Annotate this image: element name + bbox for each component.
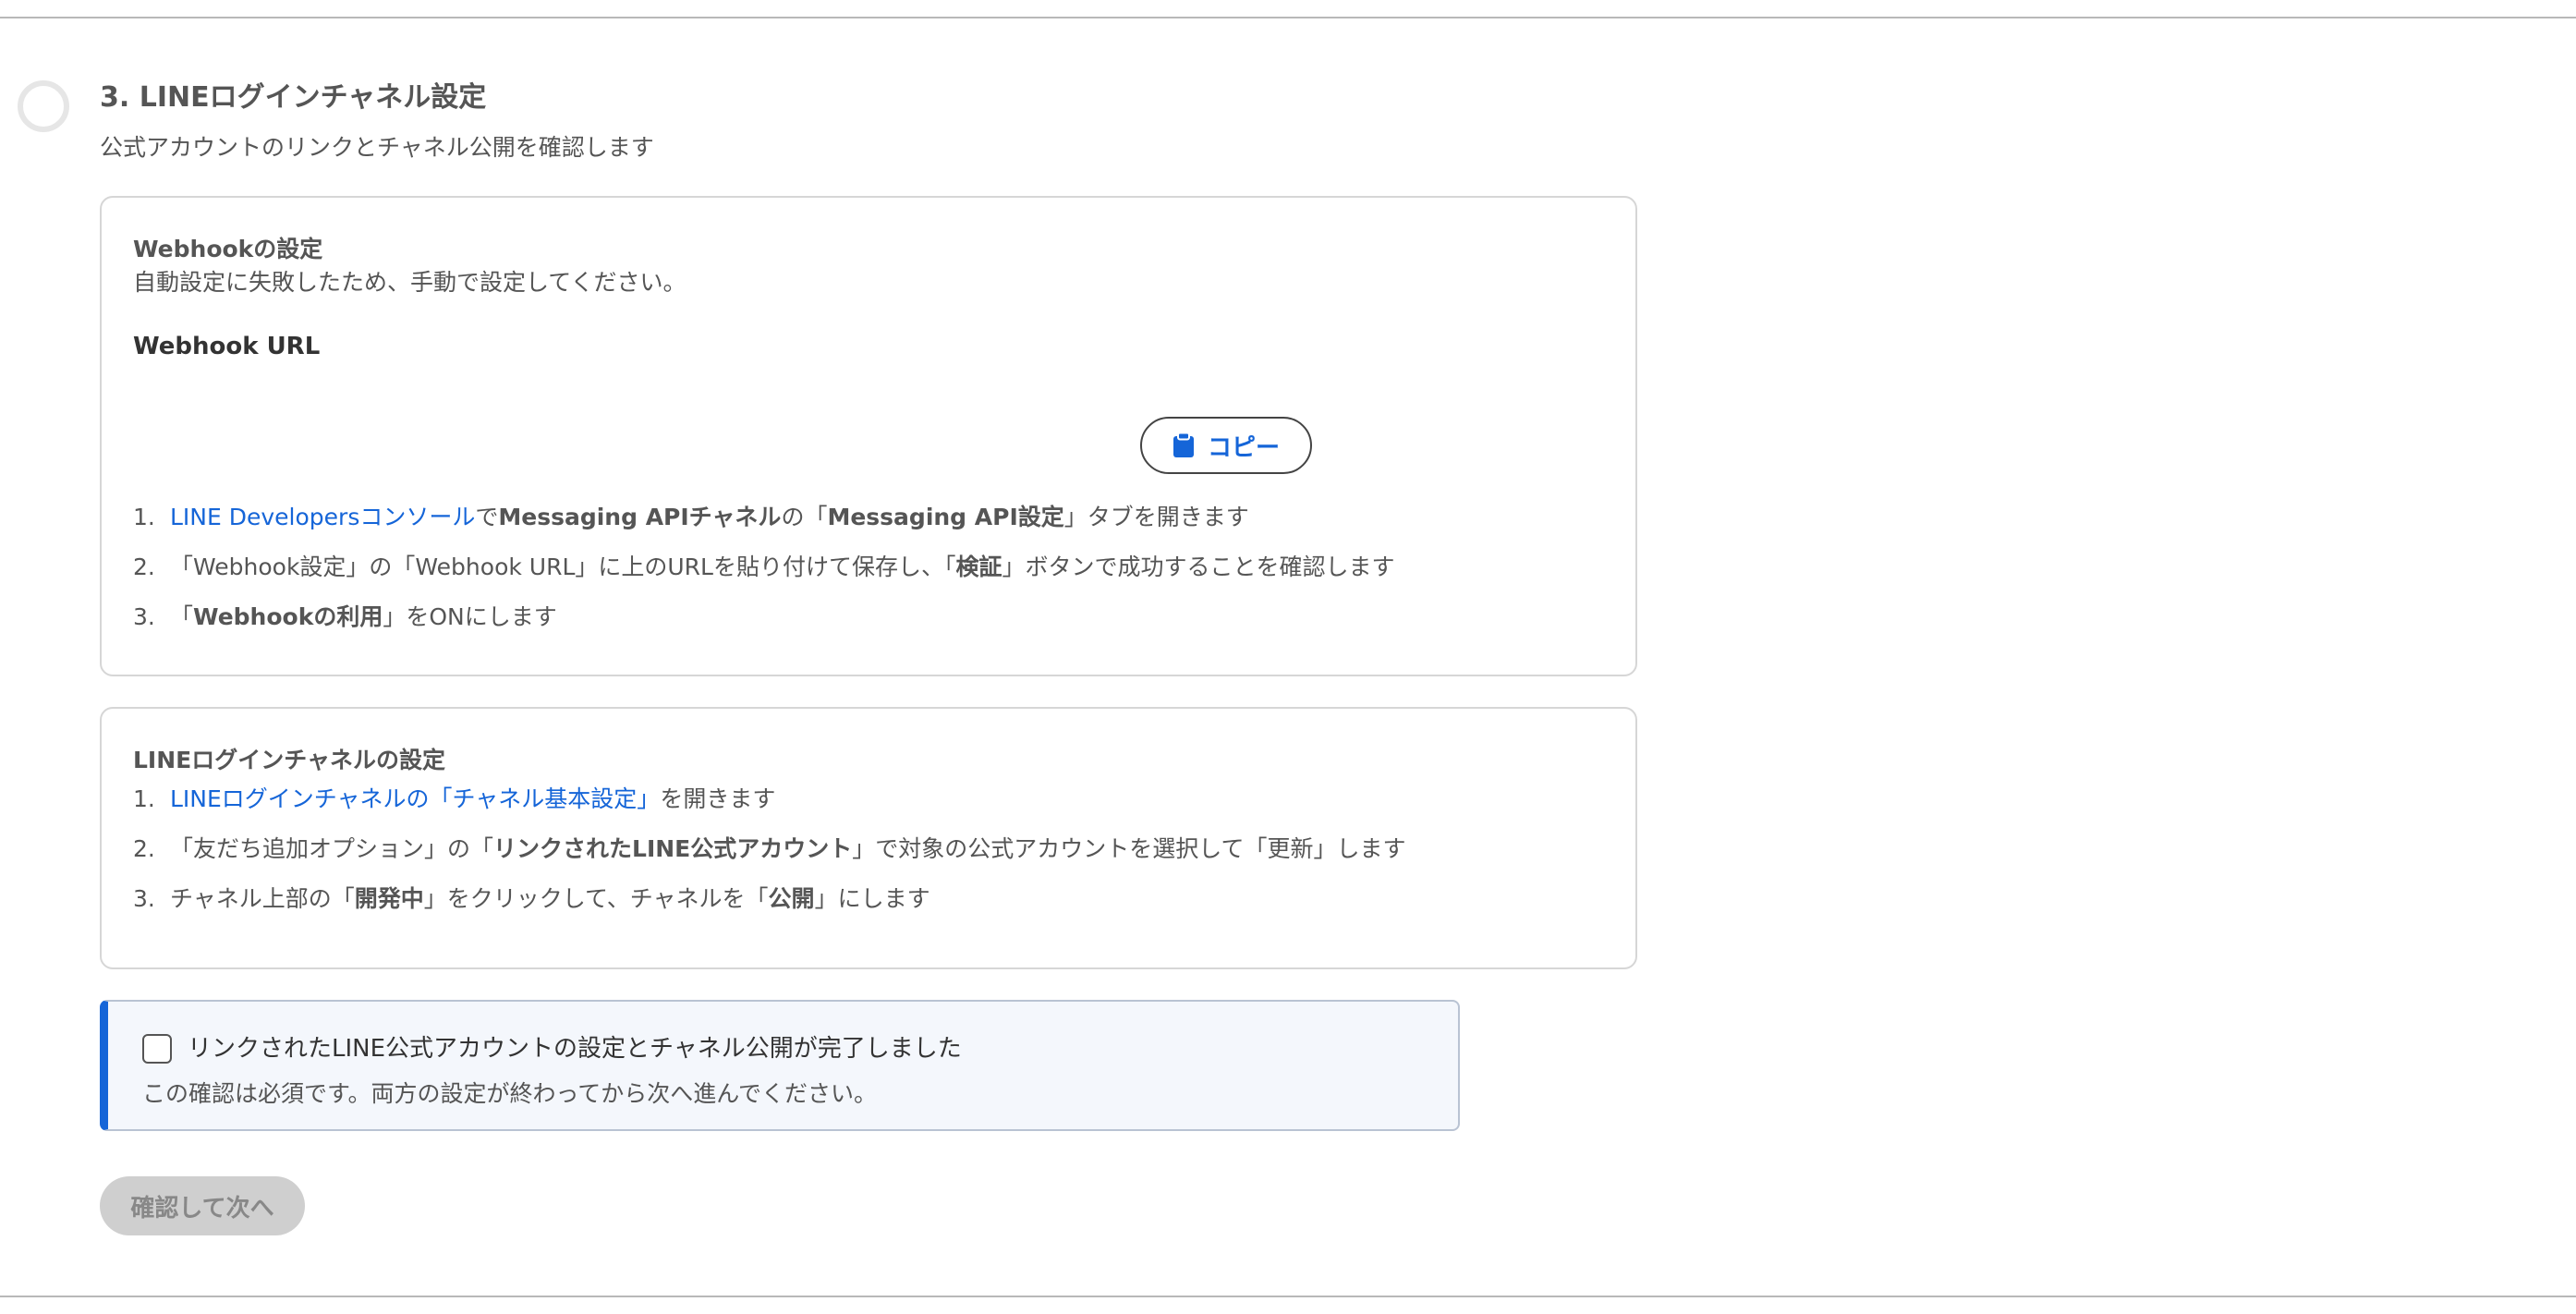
step-emphasis: 開発中: [354, 885, 424, 912]
step-emphasis: Messaging API設定: [827, 504, 1064, 530]
step-text: 」ボタンで成功することを確認します: [1002, 554, 1395, 580]
step-emphasis: Messaging APIチャネル: [498, 504, 782, 530]
webhook-error-message: 自動設定に失敗したため、手動で設定してください。: [133, 269, 687, 296]
step-emphasis: 検証: [955, 554, 1002, 580]
step-text: 「: [170, 603, 194, 630]
bottom-divider: [0, 1296, 2576, 1297]
step-text: 」をONにします: [383, 603, 557, 630]
confirmation-required-note: この確認は必須です。両方の設定が終わってから次へ進んでください。: [142, 1080, 878, 1107]
webhook-url-label: Webhook URL: [133, 333, 321, 360]
step-number: 3.: [133, 885, 155, 912]
step-text: 」にします: [814, 885, 930, 912]
step-text: 」をクリックして、チャネルを「: [423, 885, 769, 912]
top-divider: [0, 17, 2576, 18]
step-emphasis: Webhookの利用: [193, 603, 383, 630]
login-channel-heading: LINEログインチャネルの設定: [133, 747, 445, 773]
step-title: 3. LINEログインチャネル設定: [100, 81, 487, 114]
step-emphasis: リンクされたLINE公式アカウント: [493, 835, 853, 862]
step-text: で: [475, 504, 499, 530]
completion-checkbox-label[interactable]: リンクされたLINE公式アカウントの設定とチャネル公開が完了しました: [188, 1029, 962, 1064]
webhook-step-3: 3. 「 Webhookの利用 」をONにします: [133, 599, 1395, 649]
login-step-3: 3. チャネル上部の「 開発中 」をクリックして、チャネルを「 公開 」にします: [133, 881, 1406, 931]
step-text: 「Webhook設定」の「Webhook URL」に上のURLを貼り付けて保存し…: [170, 554, 956, 580]
step-text: の「: [781, 504, 828, 530]
step-number: 1.: [133, 785, 155, 812]
step-text: を開きます: [660, 785, 776, 812]
step-text: 「友だち追加オプション」の「: [170, 835, 494, 862]
completion-confirmation-box: リンクされたLINE公式アカウントの設定とチャネル公開が完了しました この確認は…: [100, 1000, 1460, 1131]
step-number: 2.: [133, 835, 155, 862]
step-text: チャネル上部の「: [170, 885, 355, 912]
step-status-circle: [18, 80, 69, 132]
setup-page: 3. LINEログインチャネル設定 公式アカウントのリンクとチャネル公開を確認し…: [0, 0, 2576, 1314]
login-channel-settings-card: LINEログインチャネルの設定 1. LINEログインチャネルの「チャネル基本設…: [100, 707, 1637, 969]
step-text: 」で対象の公式アカウントを選択して「更新」します: [852, 835, 1406, 862]
webhook-steps-list: 1. LINE Developersコンソール で Messaging APIチ…: [133, 499, 1395, 649]
clipboard-icon: [1173, 432, 1194, 457]
confirm-next-button[interactable]: 確認して次へ: [100, 1176, 305, 1235]
channel-basic-settings-link[interactable]: LINEログインチャネルの「チャネル基本設定」: [170, 781, 660, 814]
step-number: 1.: [133, 504, 155, 530]
completion-checkbox[interactable]: [142, 1034, 172, 1064]
step-emphasis: 公開: [768, 885, 815, 912]
step-number: 2.: [133, 554, 155, 580]
step-number: 3.: [133, 603, 155, 630]
line-developers-console-link[interactable]: LINE Developersコンソール: [170, 499, 475, 532]
login-step-1: 1. LINEログインチャネルの「チャネル基本設定」 を開きます: [133, 781, 1406, 831]
webhook-heading: Webhookの設定: [133, 236, 323, 262]
copy-button[interactable]: コピー: [1140, 417, 1312, 474]
step-text: 」タブを開きます: [1063, 504, 1249, 530]
webhook-step-1: 1. LINE Developersコンソール で Messaging APIチ…: [133, 499, 1395, 549]
webhook-step-2: 2. 「Webhook設定」の「Webhook URL」に上のURLを貼り付けて…: [133, 549, 1395, 599]
login-step-2: 2. 「友だち追加オプション」の「 リンクされたLINE公式アカウント 」で対象…: [133, 831, 1406, 881]
webhook-settings-card: Webhookの設定 自動設定に失敗したため、手動で設定してください。 Webh…: [100, 196, 1637, 676]
login-steps-list: 1. LINEログインチャネルの「チャネル基本設定」 を開きます 2. 「友だち…: [133, 781, 1406, 931]
step-description: 公式アカウントのリンクとチャネル公開を確認します: [100, 134, 654, 161]
copy-button-label: コピー: [1207, 433, 1280, 462]
